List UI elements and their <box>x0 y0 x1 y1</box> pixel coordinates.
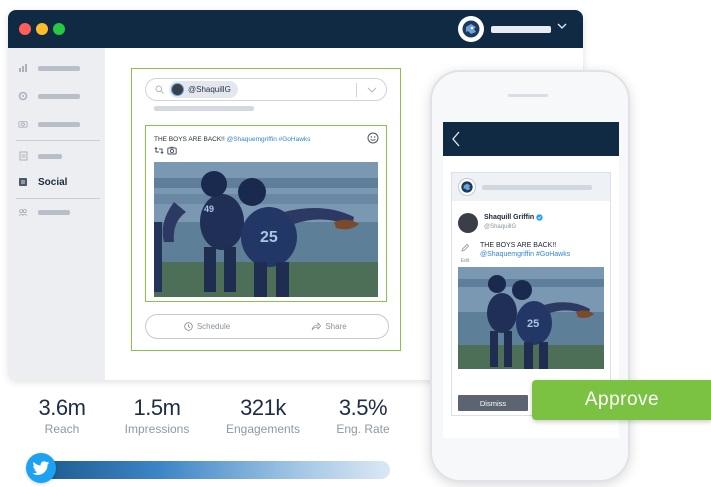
sidebar-item-analytics[interactable] <box>18 60 98 76</box>
minimize-window-button[interactable] <box>36 23 48 35</box>
account-name-placeholder[interactable] <box>491 26 551 33</box>
stat-label: Impressions <box>124 422 190 436</box>
stat-label: Reach <box>44 422 80 436</box>
stat-value: 321k <box>240 395 286 420</box>
post-action-icons <box>154 146 177 155</box>
bar-chart-icon <box>18 63 28 73</box>
approval-post-photo: 25 <box>458 267 604 369</box>
twitter-progress-bar <box>38 461 390 479</box>
stat-value: 3.5% <box>338 395 388 420</box>
approval-post-text: THE BOYS ARE BACK!! @Shaquemgriffin #GoH… <box>480 241 570 259</box>
sidebar-item-social[interactable]: Social <box>18 174 98 190</box>
account-avatar[interactable] <box>458 16 484 42</box>
sidebar-item-placeholder <box>38 209 70 215</box>
sidebar-item-content[interactable] <box>18 148 98 164</box>
post-body: THE BOYS ARE BACK!! <box>154 136 227 143</box>
smile-icon[interactable] <box>367 132 379 144</box>
sidebar-item-media[interactable] <box>18 116 98 132</box>
share-label: Share <box>325 322 347 331</box>
user-handle: @ShaquillG <box>484 224 517 230</box>
message-icon <box>18 177 28 187</box>
svg-text:25: 25 <box>260 229 278 246</box>
chevron-down-icon[interactable] <box>556 20 568 32</box>
twitter-badge <box>26 453 56 483</box>
svg-text:49: 49 <box>204 204 214 214</box>
stage: Social @ShaquillG THE BOYS ARE BACK!! @S… <box>0 0 711 487</box>
camera-icon <box>18 119 28 129</box>
schedule-label: Schedule <box>196 322 231 331</box>
approval-card-title-placeholder <box>482 185 592 190</box>
approval-post-body: THE BOYS ARE BACK!! <box>480 242 557 249</box>
dismiss-label: Dismiss <box>479 398 507 408</box>
team-logo-icon <box>458 178 476 196</box>
schedule-button[interactable]: Schedule <box>146 315 268 338</box>
phone-speaker <box>508 94 548 97</box>
camera-icon[interactable] <box>167 146 177 155</box>
stat-label: Engagements <box>225 422 301 436</box>
sidebar-item-placeholder <box>38 65 80 71</box>
search-icon <box>155 85 164 94</box>
stat-engagements: 321k Engagements <box>218 395 308 437</box>
back-icon[interactable] <box>451 131 461 147</box>
sidebar-item-label: Social <box>38 176 68 188</box>
account-handle: @ShaquillG <box>188 85 231 94</box>
team-logo-icon <box>462 20 480 38</box>
sidebar-item-settings[interactable] <box>18 88 98 104</box>
search-divider <box>356 83 357 97</box>
document-icon <box>18 151 28 161</box>
account-search-input[interactable]: @ShaquillG <box>145 78 387 101</box>
share-button[interactable]: Share <box>268 315 390 338</box>
dismiss-button[interactable]: Dismiss <box>458 395 528 411</box>
sidebar-item-users[interactable] <box>18 204 98 220</box>
edit-button[interactable]: Edit <box>458 240 472 264</box>
chevron-down-icon[interactable] <box>366 85 378 95</box>
sidebar-divider <box>16 198 100 199</box>
user-avatar <box>458 213 478 233</box>
post-preview[interactable]: THE BOYS ARE BACK!! @Shaquemgriffin #GoH… <box>145 125 387 302</box>
gear-icon <box>18 91 28 101</box>
user-name-text: Shaquill Griffin <box>484 214 535 221</box>
stat-value: 1.5m <box>133 395 181 420</box>
post-tags: @Shaquemgriffin #GoHawks <box>226 136 311 143</box>
clock-icon <box>184 322 193 331</box>
svg-text:25: 25 <box>527 318 539 330</box>
stat-value: 3.6m <box>38 395 86 420</box>
sidebar-divider <box>16 140 100 141</box>
edit-icon <box>461 243 470 252</box>
edit-label: Edit <box>460 258 470 264</box>
stat-impressions: 1.5m Impressions <box>114 395 200 437</box>
stat-engagement-rate: 3.5% Eng. Rate <box>326 395 400 437</box>
user-name: Shaquill Griffin <box>484 214 543 221</box>
title-bar <box>8 10 583 48</box>
stat-label: Eng. Rate <box>336 422 390 436</box>
users-icon <box>18 207 28 217</box>
stat-reach: 3.6m Reach <box>26 395 98 437</box>
approval-card-header <box>452 173 610 201</box>
account-subtitle-placeholder <box>154 106 254 111</box>
sidebar-item-placeholder <box>38 93 80 99</box>
account-avatar <box>171 83 184 96</box>
post-actions: Schedule Share <box>145 314 389 339</box>
post-photo: 25 49 <box>154 162 378 297</box>
maximize-window-button[interactable] <box>53 23 65 35</box>
sidebar-item-placeholder <box>38 121 80 127</box>
sidebar-item-placeholder <box>38 153 62 159</box>
verified-icon <box>536 214 543 221</box>
twitter-icon <box>32 460 50 475</box>
retweet-icon[interactable] <box>154 146 164 155</box>
selected-account-chip[interactable]: @ShaquillG <box>169 81 238 98</box>
share-icon <box>311 322 322 331</box>
approval-post-tags: @Shaquemgriffin #GoHawks <box>480 251 571 258</box>
close-window-button[interactable] <box>19 23 31 35</box>
approve-label: Approve <box>584 389 660 410</box>
phone-mockup: Shaquill Griffin @ShaquillG Edit THE BOY… <box>430 70 630 482</box>
sidebar: Social <box>8 48 105 380</box>
post-text: THE BOYS ARE BACK!! @Shaquemgriffin #GoH… <box>154 136 310 143</box>
approve-button[interactable]: Approve <box>532 380 711 420</box>
phone-header <box>443 122 619 156</box>
post-composer: @ShaquillG THE BOYS ARE BACK!! @Shaquemg… <box>131 68 401 351</box>
